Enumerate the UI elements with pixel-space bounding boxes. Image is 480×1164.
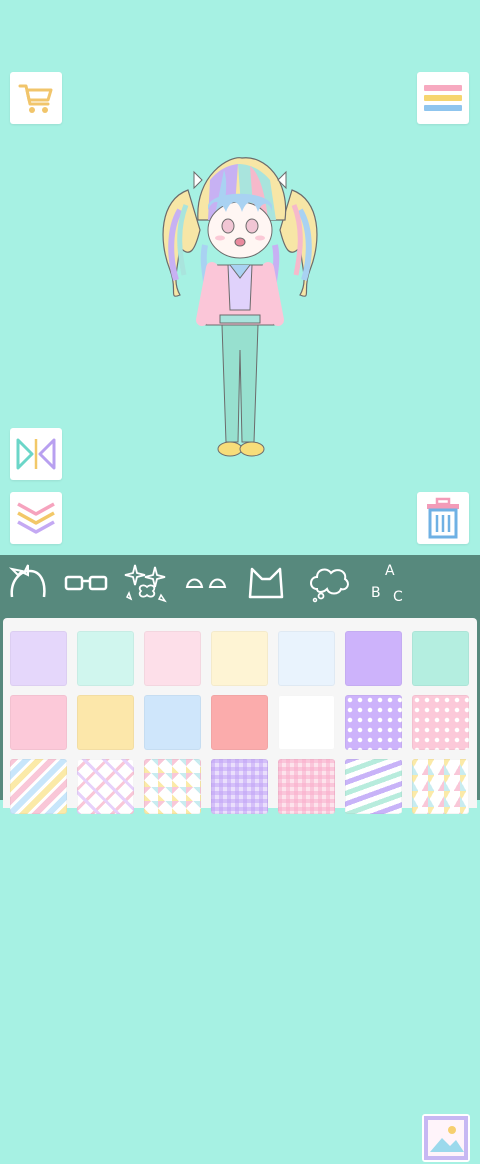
text-letter-c: C	[393, 589, 403, 605]
shopping-cart-icon	[16, 80, 56, 116]
swatch-lavender[interactable]	[10, 631, 67, 686]
swatch-rainbow-triangles[interactable]	[412, 759, 469, 814]
hamburger-menu-icon	[422, 82, 464, 114]
text-letter-a: A	[385, 563, 395, 579]
tab-speech-bubble[interactable]	[302, 555, 356, 610]
tab-background[interactable]	[422, 1114, 470, 1162]
tab-ears[interactable]	[242, 555, 290, 610]
swatch-purple[interactable]	[345, 631, 402, 686]
double-chevron-down-icon	[15, 500, 57, 536]
cat-ears-icon	[246, 565, 286, 601]
flip-button[interactable]	[10, 428, 62, 480]
text-letter-b: B	[371, 585, 381, 601]
glasses-icon	[64, 571, 108, 595]
swatch-light-pink[interactable]	[144, 631, 201, 686]
background-palette	[0, 610, 480, 814]
swatch-white[interactable]	[278, 695, 335, 750]
swatch-pink-dots[interactable]	[412, 695, 469, 750]
swatch-purple-dots[interactable]	[345, 695, 402, 750]
eyebrows-icon	[184, 573, 228, 593]
trash-button[interactable]	[417, 492, 469, 544]
tab-eyebrows[interactable]	[182, 555, 230, 610]
swatch-sky[interactable]	[144, 695, 201, 750]
tab-text[interactable]: A B C	[364, 555, 410, 610]
speech-bubble-icon	[307, 563, 351, 603]
swatch-mint[interactable]	[77, 631, 134, 686]
background-image-icon	[424, 1116, 468, 1164]
collapse-button[interactable]	[10, 492, 62, 544]
tab-glasses[interactable]	[62, 555, 110, 610]
swatch-pink[interactable]	[10, 695, 67, 750]
flip-horizontal-icon	[15, 437, 57, 471]
swatch-aqua[interactable]	[412, 631, 469, 686]
palette-grid	[3, 618, 477, 814]
shop-button[interactable]	[10, 72, 62, 124]
trash-can-icon	[425, 497, 461, 539]
swatch-cream[interactable]	[211, 631, 268, 686]
swatch-lavender-gingham[interactable]	[211, 759, 268, 814]
text-abc-icon: A B C	[367, 561, 407, 605]
swatch-yellow[interactable]	[77, 695, 134, 750]
swatch-triangles[interactable]	[144, 759, 201, 814]
tab-effects[interactable]	[122, 555, 170, 610]
tab-hair-accessory[interactable]	[4, 555, 52, 610]
avatar-character	[150, 150, 330, 470]
swatch-lattice[interactable]	[77, 759, 134, 814]
swatch-pale-blue[interactable]	[278, 631, 335, 686]
menu-button[interactable]	[417, 72, 469, 124]
hair-accessory-icon	[6, 563, 50, 603]
sparkles-effects-icon	[123, 561, 169, 605]
swatch-coral[interactable]	[211, 695, 268, 750]
swatch-pastel-stripes[interactable]	[10, 759, 67, 814]
avatar-stage	[0, 0, 480, 555]
category-toolbar: A B C	[0, 555, 480, 1162]
swatch-pink-gingham[interactable]	[278, 759, 335, 814]
swatch-wavy-chevron[interactable]	[345, 759, 402, 814]
